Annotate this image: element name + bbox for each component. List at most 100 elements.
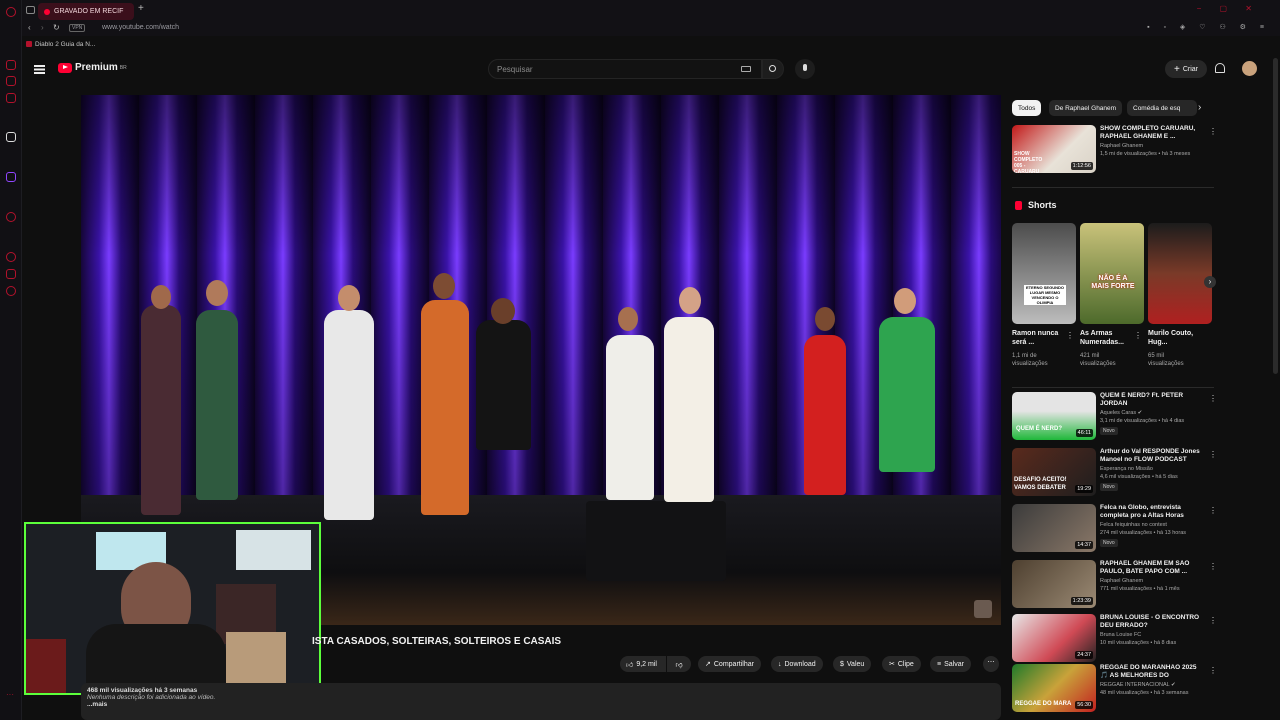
short-item[interactable]: ETERNO SEGUNDO LUGAR MESMO VENCENDO O OL… bbox=[1012, 223, 1076, 373]
url-text[interactable]: www.youtube.com/watch bbox=[102, 24, 179, 31]
video-thumbnail[interactable]: REGGAE DO MARA 56:30 bbox=[1012, 664, 1096, 712]
kebab-menu-icon[interactable]: ⋮ bbox=[1134, 331, 1142, 340]
video-title[interactable]: RAPHAEL GHANEM EM SÃO PAULO, BATE PAPO C… bbox=[1100, 560, 1204, 576]
search-input[interactable]: Pesquisar bbox=[488, 59, 762, 79]
like-button[interactable]: 👍︎ 9,2 mil bbox=[620, 656, 666, 672]
recommendations-column: Todos De Raphael Ghanem Comédia de esq ›… bbox=[1012, 95, 1217, 720]
hamburger-menu-icon[interactable] bbox=[34, 65, 45, 67]
short-item[interactable]: NÃO É A MAIS FORTE As Armas Numeradas...… bbox=[1080, 223, 1144, 373]
bookmark-item[interactable]: Diablo 2 Guia da N... bbox=[35, 41, 95, 48]
kebab-menu-icon[interactable]: ⋮ bbox=[1209, 394, 1217, 403]
channel-name[interactable]: Raphael Ghanem bbox=[1100, 143, 1143, 149]
thanks-button[interactable]: $ Valeu bbox=[833, 656, 872, 672]
back-icon[interactable]: ‹ bbox=[28, 23, 31, 32]
video-title[interactable]: Arthur do Val RESPONDE Jones Manoel no F… bbox=[1100, 448, 1204, 464]
notifications-bell-icon[interactable] bbox=[1215, 63, 1225, 73]
description-box[interactable]: 468 mil visualizações há 3 semanas Nenhu… bbox=[81, 683, 1001, 720]
opera-logo-icon[interactable] bbox=[6, 7, 16, 17]
toolbar-icons[interactable]: ▪ ▫ ◈ ♡ ⚇ ⚙ ≡ bbox=[1147, 23, 1270, 31]
video-thumbnail[interactable]: QUEM É NERD? 46:11 bbox=[1012, 392, 1096, 440]
keyboard-icon[interactable] bbox=[741, 66, 751, 72]
share-button[interactable]: ↗ Compartilhar bbox=[698, 656, 761, 672]
kebab-menu-icon[interactable]: ⋮ bbox=[1209, 562, 1217, 571]
create-button[interactable]: + Criar bbox=[1165, 60, 1207, 78]
save-button[interactable]: ≡ Salvar bbox=[930, 656, 971, 672]
search-icon bbox=[769, 65, 776, 72]
new-tab-icon[interactable]: + bbox=[138, 3, 144, 14]
dislike-button[interactable]: 👎︎ bbox=[667, 656, 691, 672]
reload-icon[interactable]: ↻ bbox=[53, 23, 60, 32]
youtube-logo-icon bbox=[58, 62, 72, 73]
channel-name[interactable]: Felca feiquinhas no context bbox=[1100, 522, 1167, 528]
sidebar-app-icon[interactable] bbox=[6, 93, 16, 103]
video-title[interactable]: Felca na Globo, entrevista completa pro … bbox=[1100, 504, 1204, 520]
video-title: ISTA CASADOS, SOLTEIRAS, SOLTEIROS E CAS… bbox=[312, 636, 562, 647]
short-thumbnail[interactable]: NÃO É A MAIS FORTE bbox=[1080, 223, 1144, 324]
sidebar-app-icon[interactable] bbox=[6, 212, 16, 222]
vpn-badge[interactable]: VPN bbox=[69, 24, 86, 32]
short-thumbnail[interactable] bbox=[1148, 223, 1212, 324]
channel-watermark[interactable] bbox=[974, 600, 992, 618]
channel-name[interactable]: Bruna Louise FC bbox=[1100, 632, 1141, 638]
channel-name[interactable]: REGGAE INTERNACIONAL ✔ bbox=[1100, 682, 1176, 688]
more-link[interactable]: ...mais bbox=[87, 701, 995, 708]
video-thumbnail[interactable]: SHOW COMPLETO 005 - CARUARU 1:12:56 bbox=[1012, 125, 1096, 173]
video-meta: 274 mil visualizações • há 13 horas bbox=[1100, 530, 1186, 536]
kebab-menu-icon[interactable]: ⋮ bbox=[1209, 666, 1217, 675]
list-item[interactable]: 1:23:39 RAPHAEL GHANEM EM SÃO PAULO, BAT… bbox=[1012, 560, 1217, 614]
chip-all[interactable]: Todos bbox=[1012, 100, 1042, 116]
chip-channel[interactable]: De Raphael Ghanem bbox=[1049, 100, 1123, 116]
video-title[interactable]: SHOW COMPLETO CARUARU, RAPHAEL GHANEM E … bbox=[1100, 125, 1204, 141]
super-thanks-icon: $ bbox=[840, 660, 844, 668]
short-thumbnail[interactable]: ETERNO SEGUNDO LUGAR MESMO VENCENDO O OL… bbox=[1012, 223, 1076, 324]
channel-name[interactable]: Esperança no Missão bbox=[1100, 466, 1153, 472]
video-title[interactable]: QUEM É NERD? Ft. PETER JORDAN bbox=[1100, 392, 1204, 408]
chevron-right-icon[interactable]: › bbox=[1198, 102, 1201, 113]
tab-active[interactable]: GRAVADO EM RECIF bbox=[38, 3, 134, 20]
list-item[interactable]: QUEM É NERD? 46:11 QUEM É NERD? Ft. PETE… bbox=[1012, 392, 1217, 446]
page-scrollbar[interactable] bbox=[1273, 58, 1278, 374]
window-controls[interactable]: − ▢ ✕ bbox=[1197, 4, 1260, 13]
sidebar-app-icon[interactable] bbox=[6, 60, 16, 70]
video-thumbnail[interactable]: 24:37 bbox=[1012, 614, 1096, 662]
browser-sidebar: ··· bbox=[0, 0, 22, 720]
sidebar-ai-icon[interactable] bbox=[6, 132, 16, 142]
twitch-icon[interactable] bbox=[6, 172, 16, 182]
channel-name[interactable]: Aqueles Caras ✔ bbox=[1100, 410, 1142, 416]
video-thumbnail[interactable]: 1:23:39 bbox=[1012, 560, 1096, 608]
youtube-premium-logo[interactable]: Premium BR bbox=[58, 62, 127, 73]
video-title[interactable]: REGGAE DO MARANHÃO 2025 🎵 AS MELHORES DO… bbox=[1100, 664, 1204, 680]
list-item[interactable]: SHOW COMPLETO 005 - CARUARU 1:12:56 SHOW… bbox=[1012, 125, 1217, 179]
list-item[interactable]: 14:37 Felca na Globo, entrevista complet… bbox=[1012, 504, 1217, 558]
kebab-menu-icon[interactable]: ⋮ bbox=[1209, 616, 1217, 625]
sidebar-app-icon[interactable] bbox=[6, 76, 16, 86]
settings-icon[interactable] bbox=[6, 286, 16, 296]
avatar[interactable] bbox=[1242, 61, 1257, 76]
video-thumbnail[interactable]: DESAFIO ACEITO! VAMOS DEBATER 19:29 bbox=[1012, 448, 1096, 496]
video-thumbnail[interactable]: 14:37 bbox=[1012, 504, 1096, 552]
clip-button[interactable]: ✂ Clipe bbox=[882, 656, 921, 672]
list-item[interactable]: 24:37 BRUNA LOUISE - O ENCONTRO DEU ERRA… bbox=[1012, 614, 1217, 668]
more-actions-button[interactable]: ⋯ bbox=[983, 656, 999, 672]
shorts-next-button[interactable]: › bbox=[1204, 276, 1216, 288]
more-icon[interactable]: ··· bbox=[6, 690, 16, 700]
kebab-menu-icon[interactable]: ⋮ bbox=[1209, 127, 1217, 136]
new-badge: Novo bbox=[1100, 427, 1118, 435]
share-icon: ↗ bbox=[705, 661, 711, 668]
sidebar-app-icon[interactable] bbox=[6, 269, 16, 279]
forward-icon[interactable]: › bbox=[41, 23, 44, 32]
download-button[interactable]: ↓ Download bbox=[771, 656, 823, 672]
short-item[interactable]: Murilo Couto, Hug... 65 mil visualizaçõe… bbox=[1148, 223, 1212, 373]
list-item[interactable]: REGGAE DO MARA 56:30 REGGAE DO MARANHÃO … bbox=[1012, 664, 1217, 718]
sidebar-app-icon[interactable] bbox=[6, 252, 16, 262]
list-item[interactable]: DESAFIO ACEITO! VAMOS DEBATER 19:29 Arth… bbox=[1012, 448, 1217, 502]
video-title[interactable]: BRUNA LOUISE - O ENCONTRO DEU ERRADO? bbox=[1100, 614, 1204, 630]
tab-menu-icon[interactable] bbox=[26, 6, 35, 14]
search-button[interactable] bbox=[762, 59, 784, 79]
chip-category[interactable]: Comédia de esq bbox=[1127, 100, 1197, 116]
voice-search-button[interactable] bbox=[795, 59, 815, 79]
channel-name[interactable]: Raphael Ghanem bbox=[1100, 578, 1143, 584]
kebab-menu-icon[interactable]: ⋮ bbox=[1066, 331, 1074, 340]
kebab-menu-icon[interactable]: ⋮ bbox=[1209, 450, 1217, 459]
kebab-menu-icon[interactable]: ⋮ bbox=[1209, 506, 1217, 515]
